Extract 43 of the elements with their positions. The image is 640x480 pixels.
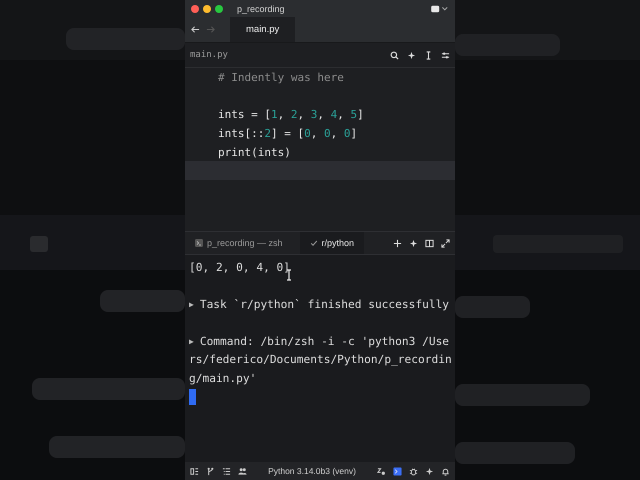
- sparkle-icon[interactable]: [425, 466, 434, 476]
- outline-icon[interactable]: [222, 466, 231, 476]
- plus-icon[interactable]: [393, 238, 402, 248]
- sliders-icon[interactable]: [441, 50, 450, 60]
- sparkle-icon[interactable]: [407, 50, 416, 60]
- close-icon[interactable]: [191, 4, 199, 12]
- code-line: print(ints): [217, 144, 292, 161]
- sparkle-icon[interactable]: [409, 238, 418, 248]
- account-menu-icon[interactable]: [431, 4, 449, 12]
- minimize-icon[interactable]: [203, 4, 211, 12]
- terminal-icon: [195, 239, 203, 247]
- bug-icon[interactable]: [409, 466, 418, 476]
- terminal-output: [0, 2, 0, 4, 0]: [189, 260, 290, 274]
- python-interpreter[interactable]: Python 3.14.0b3 (venv): [268, 466, 356, 476]
- disclosure-triangle[interactable]: ▶: [189, 336, 194, 346]
- terminal-output: Command: /bin/zsh -i -c 'python3 /Use: [200, 334, 450, 348]
- terminal-output: g/main.py': [189, 372, 256, 385]
- code-line: ints[::2] = [0, 0, 0]: [217, 126, 358, 142]
- bell-icon[interactable]: [441, 466, 450, 476]
- git-branch-icon[interactable]: [206, 466, 215, 476]
- terminal-tab[interactable]: r/python: [300, 232, 364, 254]
- code-line: # Indently was here: [217, 70, 345, 86]
- terminal-output: rs/federico/Documents/Python/p_recordin: [189, 353, 452, 366]
- breadcrumb[interactable]: main.py: [190, 50, 228, 60]
- zoom-icon[interactable]: [215, 4, 223, 12]
- people-icon[interactable]: [238, 466, 247, 476]
- terminal-cursor: [189, 388, 196, 405]
- disclosure-triangle[interactable]: ▶: [189, 300, 194, 309]
- file-tab[interactable]: main.py: [230, 17, 296, 42]
- terminal-icon[interactable]: [393, 466, 402, 476]
- text-cursor-icon[interactable]: [424, 50, 433, 60]
- expand-icon[interactable]: [441, 238, 450, 248]
- checkmark-icon: [310, 239, 318, 247]
- terminal-output: Task `r/python` finished successfully: [200, 298, 450, 311]
- back-arrow-icon[interactable]: [191, 25, 200, 34]
- terminal-tab[interactable]: p_recording — zsh: [185, 232, 293, 254]
- search-icon[interactable]: [390, 50, 399, 60]
- split-pane-icon[interactable]: [425, 238, 434, 248]
- mouse-cursor-icon: [286, 269, 292, 281]
- sleep-icon[interactable]: [377, 466, 386, 476]
- project-panel-icon[interactable]: [190, 466, 199, 476]
- window-title: p_recording: [237, 4, 286, 14]
- code-line: ints = [1, 2, 3, 4, 5]: [217, 107, 365, 124]
